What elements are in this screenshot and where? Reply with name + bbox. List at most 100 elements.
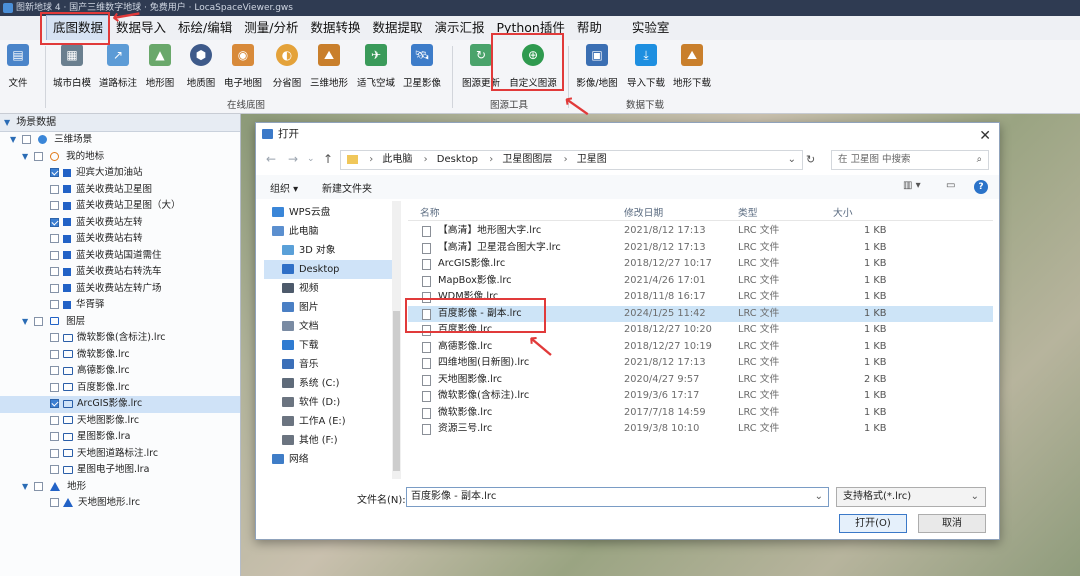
tree-item[interactable]: 蓝关收费站左转 xyxy=(0,215,240,232)
electronic-map-button[interactable]: ◉ 电子地图 xyxy=(219,42,267,89)
new-folder-button[interactable]: 新建文件夹 xyxy=(322,180,372,195)
file-row[interactable]: 百度影像.lrc 2018/12/27 10:20 LRC 文件 1 KB xyxy=(408,322,993,339)
nav-item[interactable]: 系统 (C:) xyxy=(264,374,400,393)
tree-item[interactable]: 星图影像.lra xyxy=(0,429,240,446)
tree-item[interactable]: 高德影像.lrc xyxy=(0,363,240,380)
scrollbar-thumb[interactable] xyxy=(393,311,400,471)
checkbox[interactable] xyxy=(50,382,59,392)
forward-arrow-icon[interactable]: → xyxy=(288,152,298,166)
tree-node-root[interactable]: ▼ 三维场景 xyxy=(0,132,240,149)
collapse-icon[interactable]: ▼ xyxy=(22,149,31,166)
nav-item[interactable]: 其他 (F:) xyxy=(264,431,400,450)
tree-item[interactable]: 华胥驿 xyxy=(0,297,240,314)
chevron-down-icon[interactable]: ⌄ xyxy=(788,151,796,169)
file-row[interactable]: 四维地图(日新图).lrc 2021/8/12 17:13 LRC 文件 1 KB xyxy=(408,355,993,372)
road-label-button[interactable]: ↗ 道路标注 xyxy=(94,42,142,89)
tree-item[interactable]: 蓝关收费站右转洗车 xyxy=(0,264,240,281)
checkbox[interactable] xyxy=(50,399,59,408)
column-name[interactable]: 名称 xyxy=(420,205,440,219)
menu-plot-edit[interactable]: 标绘/编辑 xyxy=(172,16,238,40)
nav-item[interactable]: 网络 xyxy=(264,450,400,469)
checkbox[interactable] xyxy=(50,498,59,507)
checkbox[interactable] xyxy=(50,415,59,425)
menu-measure-analyze[interactable]: 测量/分析 xyxy=(238,16,304,40)
tree-item[interactable]: 天地图影像.lrc xyxy=(0,413,240,430)
refresh-icon[interactable]: ↻ xyxy=(806,153,815,166)
file-row[interactable]: 高德影像.lrc 2018/12/27 10:19 LRC 文件 1 KB xyxy=(408,339,993,356)
file-row[interactable]: MapBox影像.lrc 2021/4/26 17:01 LRC 文件 1 KB xyxy=(408,273,993,290)
nav-item[interactable]: 视频 xyxy=(264,279,400,298)
checkbox[interactable] xyxy=(50,267,59,276)
nav-item[interactable]: Desktop xyxy=(264,260,400,279)
file-row[interactable]: 微软影像.lrc 2017/7/18 14:59 LRC 文件 1 KB xyxy=(408,405,993,422)
checkbox[interactable] xyxy=(50,465,59,474)
preview-pane-icon[interactable]: ▭ xyxy=(946,180,955,191)
tree-item[interactable]: 微软影像.lrc xyxy=(0,347,240,364)
custom-source-button[interactable]: ⊕ 自定义图源 xyxy=(508,42,558,89)
file-row[interactable]: 【高清】卫星混合图大字.lrc 2021/8/12 17:13 LRC 文件 1 KB xyxy=(408,240,993,257)
tree-item[interactable]: 星图电子地图.lra xyxy=(0,462,240,479)
checkbox[interactable] xyxy=(50,234,59,243)
geology-map-button[interactable]: ⬢ 地质图 xyxy=(177,42,225,89)
view-options-icon[interactable]: ▥ ▾ xyxy=(903,180,921,191)
open-button[interactable]: 打开(O) xyxy=(839,514,907,533)
tree-node-terrain[interactable]: ▼ 地形 xyxy=(0,479,240,496)
menu-basemap-data[interactable]: 底图数据 xyxy=(46,15,111,41)
checkbox[interactable] xyxy=(34,151,44,161)
checkbox[interactable] xyxy=(50,184,59,194)
tree-item[interactable]: ArcGIS影像.lrc xyxy=(0,396,240,413)
cancel-button[interactable]: 取消 xyxy=(918,514,986,533)
nav-item[interactable]: 文档 xyxy=(264,317,400,336)
flight-airspace-button[interactable]: ✈ 适飞空域 xyxy=(352,42,400,89)
checkbox[interactable] xyxy=(34,481,44,491)
filename-input[interactable]: 百度影像 - 副本.lrc ⌄ xyxy=(406,487,829,507)
filetype-select[interactable]: 支持格式(*.lrc) ⌄ xyxy=(836,487,986,507)
checkbox[interactable] xyxy=(50,349,59,359)
up-arrow-icon[interactable]: ↑ xyxy=(323,152,333,166)
tree-item[interactable]: 蓝关收费站左转广场 xyxy=(0,281,240,298)
checkbox[interactable] xyxy=(50,217,59,227)
breadcrumb-item[interactable]: Desktop xyxy=(437,154,478,165)
menu-presentation[interactable]: 演示汇报 xyxy=(429,16,491,40)
nav-item[interactable]: 下载 xyxy=(264,336,400,355)
menu-data-convert[interactable]: 数据转换 xyxy=(304,16,366,40)
tree-node-layers[interactable]: ▼ 图层 xyxy=(0,314,240,331)
tree-item[interactable]: 蓝关收费站右转 xyxy=(0,231,240,248)
3d-terrain-button[interactable]: ⛰ 三维地形 xyxy=(305,42,353,89)
search-input[interactable]: 在 卫星图 中搜索 ⌕ xyxy=(831,150,989,170)
checkbox[interactable] xyxy=(50,168,59,177)
organize-button[interactable]: 组织 ▾ xyxy=(270,180,298,195)
nav-item[interactable]: 工作A (E:) xyxy=(264,412,400,431)
chevron-down-icon[interactable]: ⌄ xyxy=(307,154,315,164)
city-model-button[interactable]: ▦ 城市白模 xyxy=(48,42,96,89)
tree-item[interactable]: 微软影像(含标注).lrc xyxy=(0,330,240,347)
tree-item[interactable]: 天地图地形.lrc xyxy=(0,495,240,512)
menu-help[interactable]: 帮助 xyxy=(571,16,608,40)
tree-item[interactable]: 蓝关收费站卫星图 xyxy=(0,182,240,199)
menu-python-plugins[interactable]: Python插件 xyxy=(491,16,571,40)
nav-item[interactable]: WPS云盘 xyxy=(264,203,400,222)
chevron-down-icon[interactable]: ⌄ xyxy=(815,488,823,506)
checkbox[interactable] xyxy=(22,135,32,144)
breadcrumb-item[interactable]: 卫星图 xyxy=(577,154,607,165)
column-size[interactable]: 大小 xyxy=(833,205,853,219)
collapse-icon[interactable]: ▼ xyxy=(4,114,13,132)
navpane-scrollbar[interactable] xyxy=(392,201,401,479)
file-row[interactable]: 资源三号.lrc 2019/3/8 10:10 LRC 文件 1 KB xyxy=(408,421,993,438)
file-row[interactable]: 微软影像(含标注).lrc 2019/3/6 17:17 LRC 文件 1 KB xyxy=(408,388,993,405)
checkbox[interactable] xyxy=(50,300,59,309)
tree-item[interactable]: 蓝关收费站国道需住 xyxy=(0,248,240,265)
column-date[interactable]: 修改日期 xyxy=(624,205,663,219)
import-download-button[interactable]: ⤓ 导入下载 xyxy=(622,42,670,89)
file-row[interactable]: 百度影像 - 副本.lrc 2024/1/25 11:42 LRC 文件 1 KB xyxy=(408,305,993,322)
nav-item[interactable]: 此电脑 xyxy=(264,222,400,241)
nav-item[interactable]: 音乐 xyxy=(264,355,400,374)
collapse-icon[interactable]: ▼ xyxy=(22,314,31,331)
tree-item[interactable]: 百度影像.lrc xyxy=(0,380,240,397)
nav-item[interactable]: 3D 对象 xyxy=(264,241,400,260)
checkbox[interactable] xyxy=(50,201,59,210)
column-type[interactable]: 类型 xyxy=(738,205,758,219)
checkbox[interactable] xyxy=(50,333,59,342)
nav-item[interactable]: 图片 xyxy=(264,298,400,317)
breadcrumb-item[interactable]: 卫星图图层 xyxy=(502,154,552,165)
